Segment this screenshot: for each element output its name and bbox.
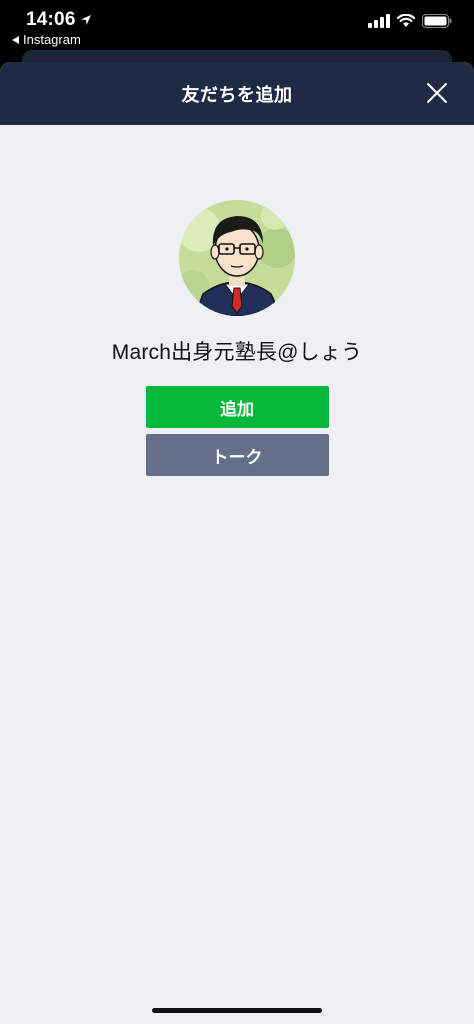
header-title: 友だちを追加 [181,84,293,105]
profile-section: March出身元塾長@しょう 追加 トーク [0,200,474,476]
status-time: 14:06 [26,9,92,31]
location-arrow-icon [80,15,91,25]
back-to-app-button[interactable]: Instagram [12,32,81,47]
profile-name: March出身元塾長@しょう [111,341,363,364]
close-icon[interactable] [426,82,448,104]
home-indicator[interactable] [152,1008,322,1013]
time-text: 14:06 [26,9,76,30]
sheet-header: 友だちを追加 [0,62,474,125]
talk-button[interactable]: トーク [145,434,329,476]
profile-avatar [179,200,295,316]
add-friend-sheet: 友だちを追加 March出身元塾長@しょう 追加 トーク [0,62,474,1024]
add-friend-button[interactable]: 追加 [145,386,329,428]
status-indicators [368,14,452,28]
avatar-illustration [179,200,295,316]
battery-icon [422,14,452,28]
back-app-label: Instagram [23,32,81,47]
wifi-icon [397,14,415,27]
status-bar: 14:06 Instagram [0,0,474,52]
cellular-signal-icon [368,14,390,28]
back-triangle-icon [12,35,19,44]
